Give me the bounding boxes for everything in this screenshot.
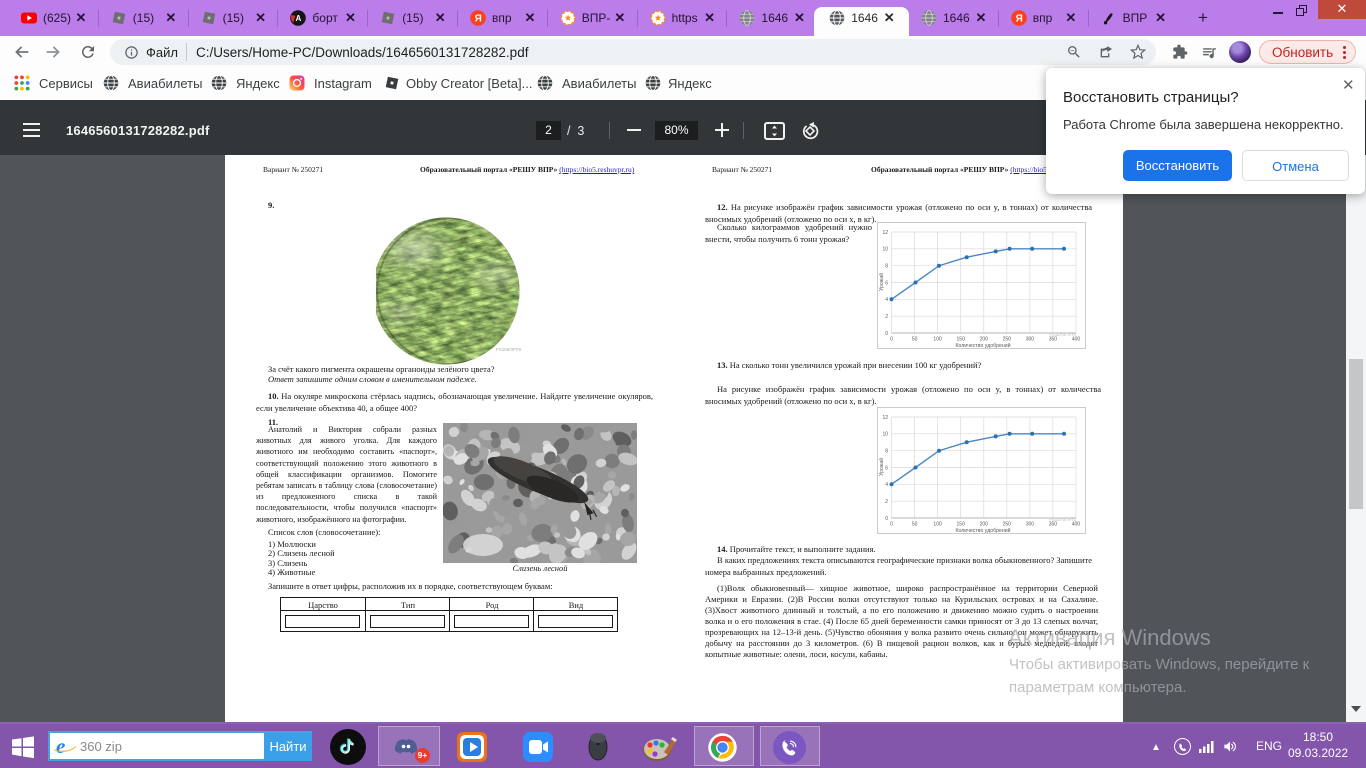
- svg-text:0: 0: [890, 522, 893, 528]
- svg-text:Урожай: Урожай: [878, 273, 885, 291]
- svg-text:300: 300: [1026, 337, 1035, 343]
- svg-text:200: 200: [980, 337, 989, 343]
- svg-text:0: 0: [890, 337, 893, 343]
- svg-text:4: 4: [885, 482, 888, 488]
- svg-text:400: 400: [1072, 522, 1081, 528]
- svg-text:12: 12: [882, 230, 888, 236]
- svg-text:Я: Я: [475, 14, 482, 25]
- svg-text:250: 250: [1003, 522, 1012, 528]
- svg-text:0: 0: [885, 516, 888, 522]
- svg-text:350: 350: [1049, 522, 1058, 528]
- svg-text:400: 400: [1072, 337, 1081, 343]
- svg-text:50: 50: [912, 337, 918, 343]
- svg-text:8: 8: [885, 449, 888, 455]
- svg-text:10: 10: [882, 247, 888, 253]
- svg-text:150: 150: [957, 337, 966, 343]
- svg-text:8: 8: [885, 264, 888, 270]
- svg-text:A: A: [296, 14, 302, 23]
- svg-text:6: 6: [885, 280, 888, 286]
- svg-text:12: 12: [882, 415, 888, 421]
- svg-text:Я: Я: [1015, 14, 1022, 25]
- svg-text:РЕШУВПР.ru: РЕШУВПР.ru: [1049, 332, 1076, 337]
- svg-text:2: 2: [885, 314, 888, 320]
- svg-text:250: 250: [1003, 337, 1012, 343]
- svg-text:Урожай: Урожай: [878, 458, 885, 476]
- svg-text:Количество удобрений: Количество удобрений: [955, 342, 1010, 349]
- svg-text:300: 300: [1026, 522, 1035, 528]
- svg-text:150: 150: [957, 522, 966, 528]
- svg-text:РЕШУВПР.ru: РЕШУВПР.ru: [1049, 517, 1076, 522]
- svg-text:4: 4: [885, 297, 888, 303]
- svg-text:10: 10: [882, 432, 888, 438]
- svg-text:6: 6: [885, 465, 888, 471]
- svg-text:200: 200: [980, 522, 989, 528]
- svg-text:FS169/3FF9: FS169/3FF9: [496, 347, 522, 352]
- svg-text:0: 0: [885, 331, 888, 337]
- svg-text:100: 100: [933, 522, 942, 528]
- svg-text:50: 50: [912, 522, 918, 528]
- svg-text:Количество удобрений: Количество удобрений: [955, 527, 1010, 534]
- svg-text:2: 2: [885, 499, 888, 505]
- svg-text:100: 100: [933, 337, 942, 343]
- svg-text:350: 350: [1049, 337, 1058, 343]
